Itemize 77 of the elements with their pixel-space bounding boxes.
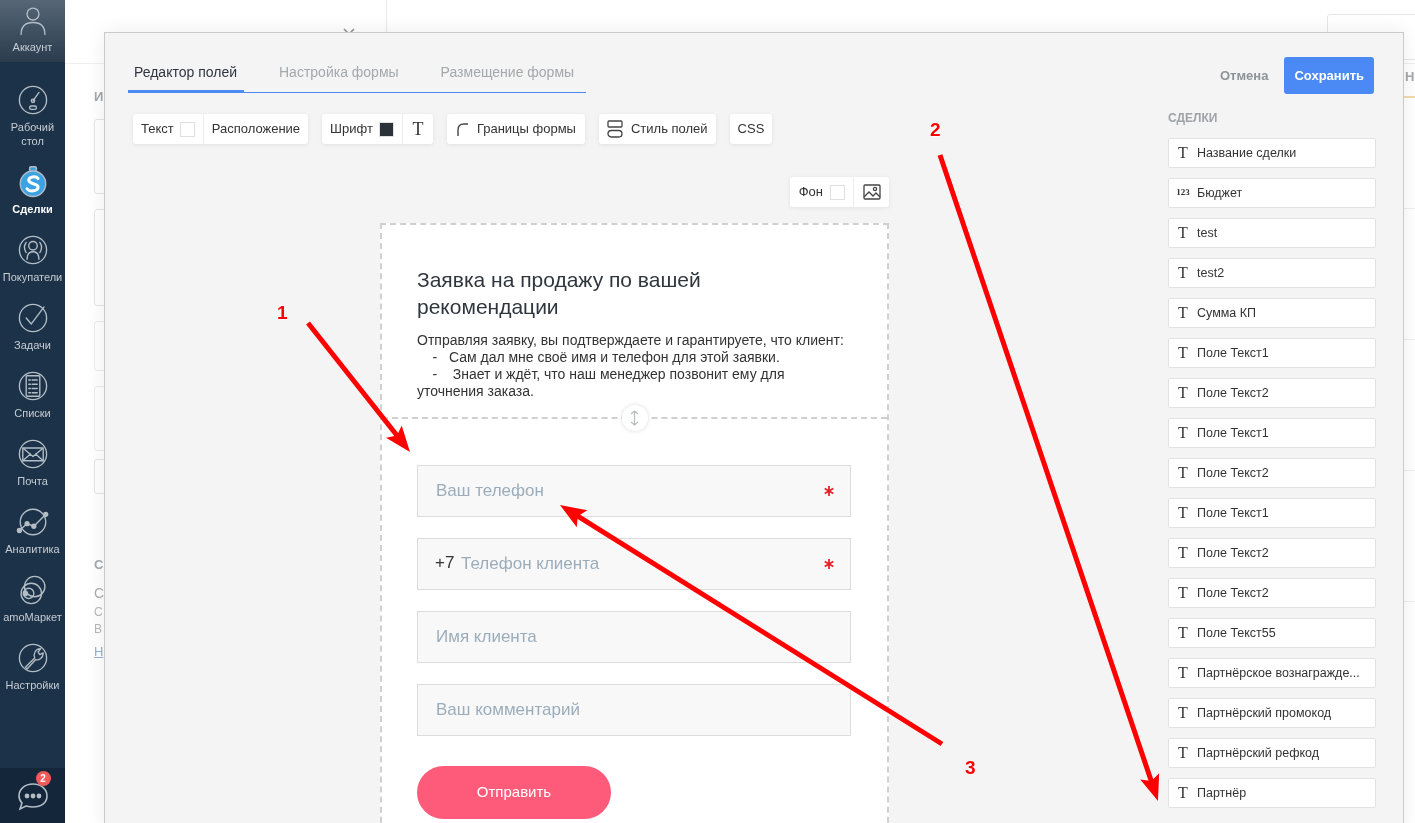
annotation-number: 1	[277, 303, 288, 323]
unread-count-badge: 2	[35, 770, 51, 786]
field-item[interactable]: T Партнёр	[1168, 778, 1376, 808]
sidebar-item[interactable]: Настройки	[0, 632, 65, 700]
toolbar-button[interactable]: CSS	[729, 114, 773, 144]
type-icon: T	[1175, 661, 1191, 685]
field-style-button[interactable]: Стиль полей	[598, 114, 716, 144]
input-field[interactable]: Ваш телефон	[417, 465, 851, 517]
field-item[interactable]: T test	[1168, 218, 1376, 248]
sidebar-item[interactable]: Покупатели	[0, 224, 65, 292]
text-fragment: С	[94, 558, 104, 572]
font-button[interactable]: T	[401, 114, 433, 144]
type-icon: T	[1175, 421, 1191, 445]
color-picker-button[interactable]: Шрифт	[322, 114, 402, 144]
type-icon: T	[1175, 701, 1191, 725]
type-icon: T	[1175, 781, 1191, 805]
text-fragment: И	[94, 90, 104, 104]
type-icon: T	[1175, 501, 1191, 525]
type-icon: T	[1175, 141, 1191, 165]
sidebar-item[interactable]: Аналитика	[0, 496, 65, 564]
sidebar-item[interactable]: Сделки	[0, 156, 65, 224]
sidebar-item[interactable]: Рабочий стол	[0, 74, 65, 156]
type-icon: T	[1175, 741, 1191, 765]
column-heading: Н	[1405, 70, 1415, 84]
type-icon: T	[1175, 621, 1191, 645]
annotation-number: 2	[930, 120, 941, 140]
field-item[interactable]: T Поле Текст2	[1168, 578, 1376, 608]
rounded-corner-icon	[456, 122, 468, 136]
text-fragment: В	[94, 622, 102, 636]
type-icon: T	[1175, 581, 1191, 605]
sidebar-item[interactable]: Почта	[0, 428, 65, 496]
field-item[interactable]: T Поле Текст1	[1168, 418, 1376, 448]
chevron-down-icon	[343, 28, 355, 35]
type-icon: T	[1175, 541, 1191, 565]
phone-prefix: +7	[435, 553, 455, 573]
field-item[interactable]: T Партнёрское вознагражде...	[1168, 658, 1376, 688]
color-picker-button[interactable]: Текст	[133, 114, 203, 144]
field-item[interactable]: T Сумма КП	[1168, 298, 1376, 328]
section-heading: СДЕЛКИ	[1168, 111, 1218, 125]
type-icon: T	[1175, 301, 1191, 325]
account-button[interactable]: Аккаунт	[0, 0, 65, 62]
field-item[interactable]: T Название сделки	[1168, 138, 1376, 168]
input-field[interactable]: Ваш комментарий	[417, 684, 851, 736]
stacked-fields-icon	[606, 120, 623, 138]
tab[interactable]: Редактор полей	[128, 62, 244, 93]
text-fragment: С	[94, 584, 105, 602]
form-title: Заявка на продажу по вашей рекомендации	[417, 267, 702, 320]
field-item[interactable]: T Партнёрский рефкод	[1168, 738, 1376, 768]
type-icon: T	[1175, 381, 1191, 405]
form-description: Отправляя заявку, вы подтверждаете и гарантируете, что клиент: - Сам дал мне своё имя и телефон для этой заявки. - Знает и ждёт, что наш менеджер позвонит ему для уточнения заказа.	[417, 332, 845, 400]
field-item[interactable]: 123 Бюджет	[1168, 178, 1376, 208]
toolbar-button[interactable]: Расположение	[202, 114, 309, 144]
field-item[interactable]: T Поле Текст1	[1168, 498, 1376, 528]
image-icon	[862, 184, 881, 200]
type-icon: T	[1175, 461, 1191, 485]
type-icon: 123	[1175, 186, 1191, 200]
input-field[interactable]: Имя клиента	[417, 611, 851, 663]
resize-handle[interactable]	[621, 405, 648, 431]
field-item[interactable]: T Поле Текст2	[1168, 538, 1376, 568]
up-down-arrow-icon	[630, 410, 639, 426]
field-item[interactable]: T Партнёрский промокод	[1168, 698, 1376, 728]
field-item[interactable]: T Поле Текст2	[1168, 458, 1376, 488]
sidebar-item[interactable]: amoМаркет	[0, 564, 65, 632]
type-icon: T	[1175, 341, 1191, 365]
chat-icon	[16, 780, 49, 811]
sidebar-item[interactable]: Задачи	[0, 292, 65, 360]
type-icon: T	[1175, 261, 1191, 285]
text-fragment: С	[94, 605, 103, 619]
sidebar-item[interactable]: Списки	[0, 360, 65, 428]
field-item[interactable]: T test2	[1168, 258, 1376, 288]
annotation-number: 3	[965, 758, 976, 778]
field-item[interactable]: T Поле Текст55	[1168, 618, 1376, 648]
field-item[interactable]: T Поле Текст1	[1168, 338, 1376, 368]
chat-button[interactable]	[16, 780, 49, 811]
field-item[interactable]: T Поле Текст2	[1168, 378, 1376, 408]
type-icon: T	[1175, 221, 1191, 245]
borders-button[interactable]: Границы формы	[446, 114, 585, 144]
